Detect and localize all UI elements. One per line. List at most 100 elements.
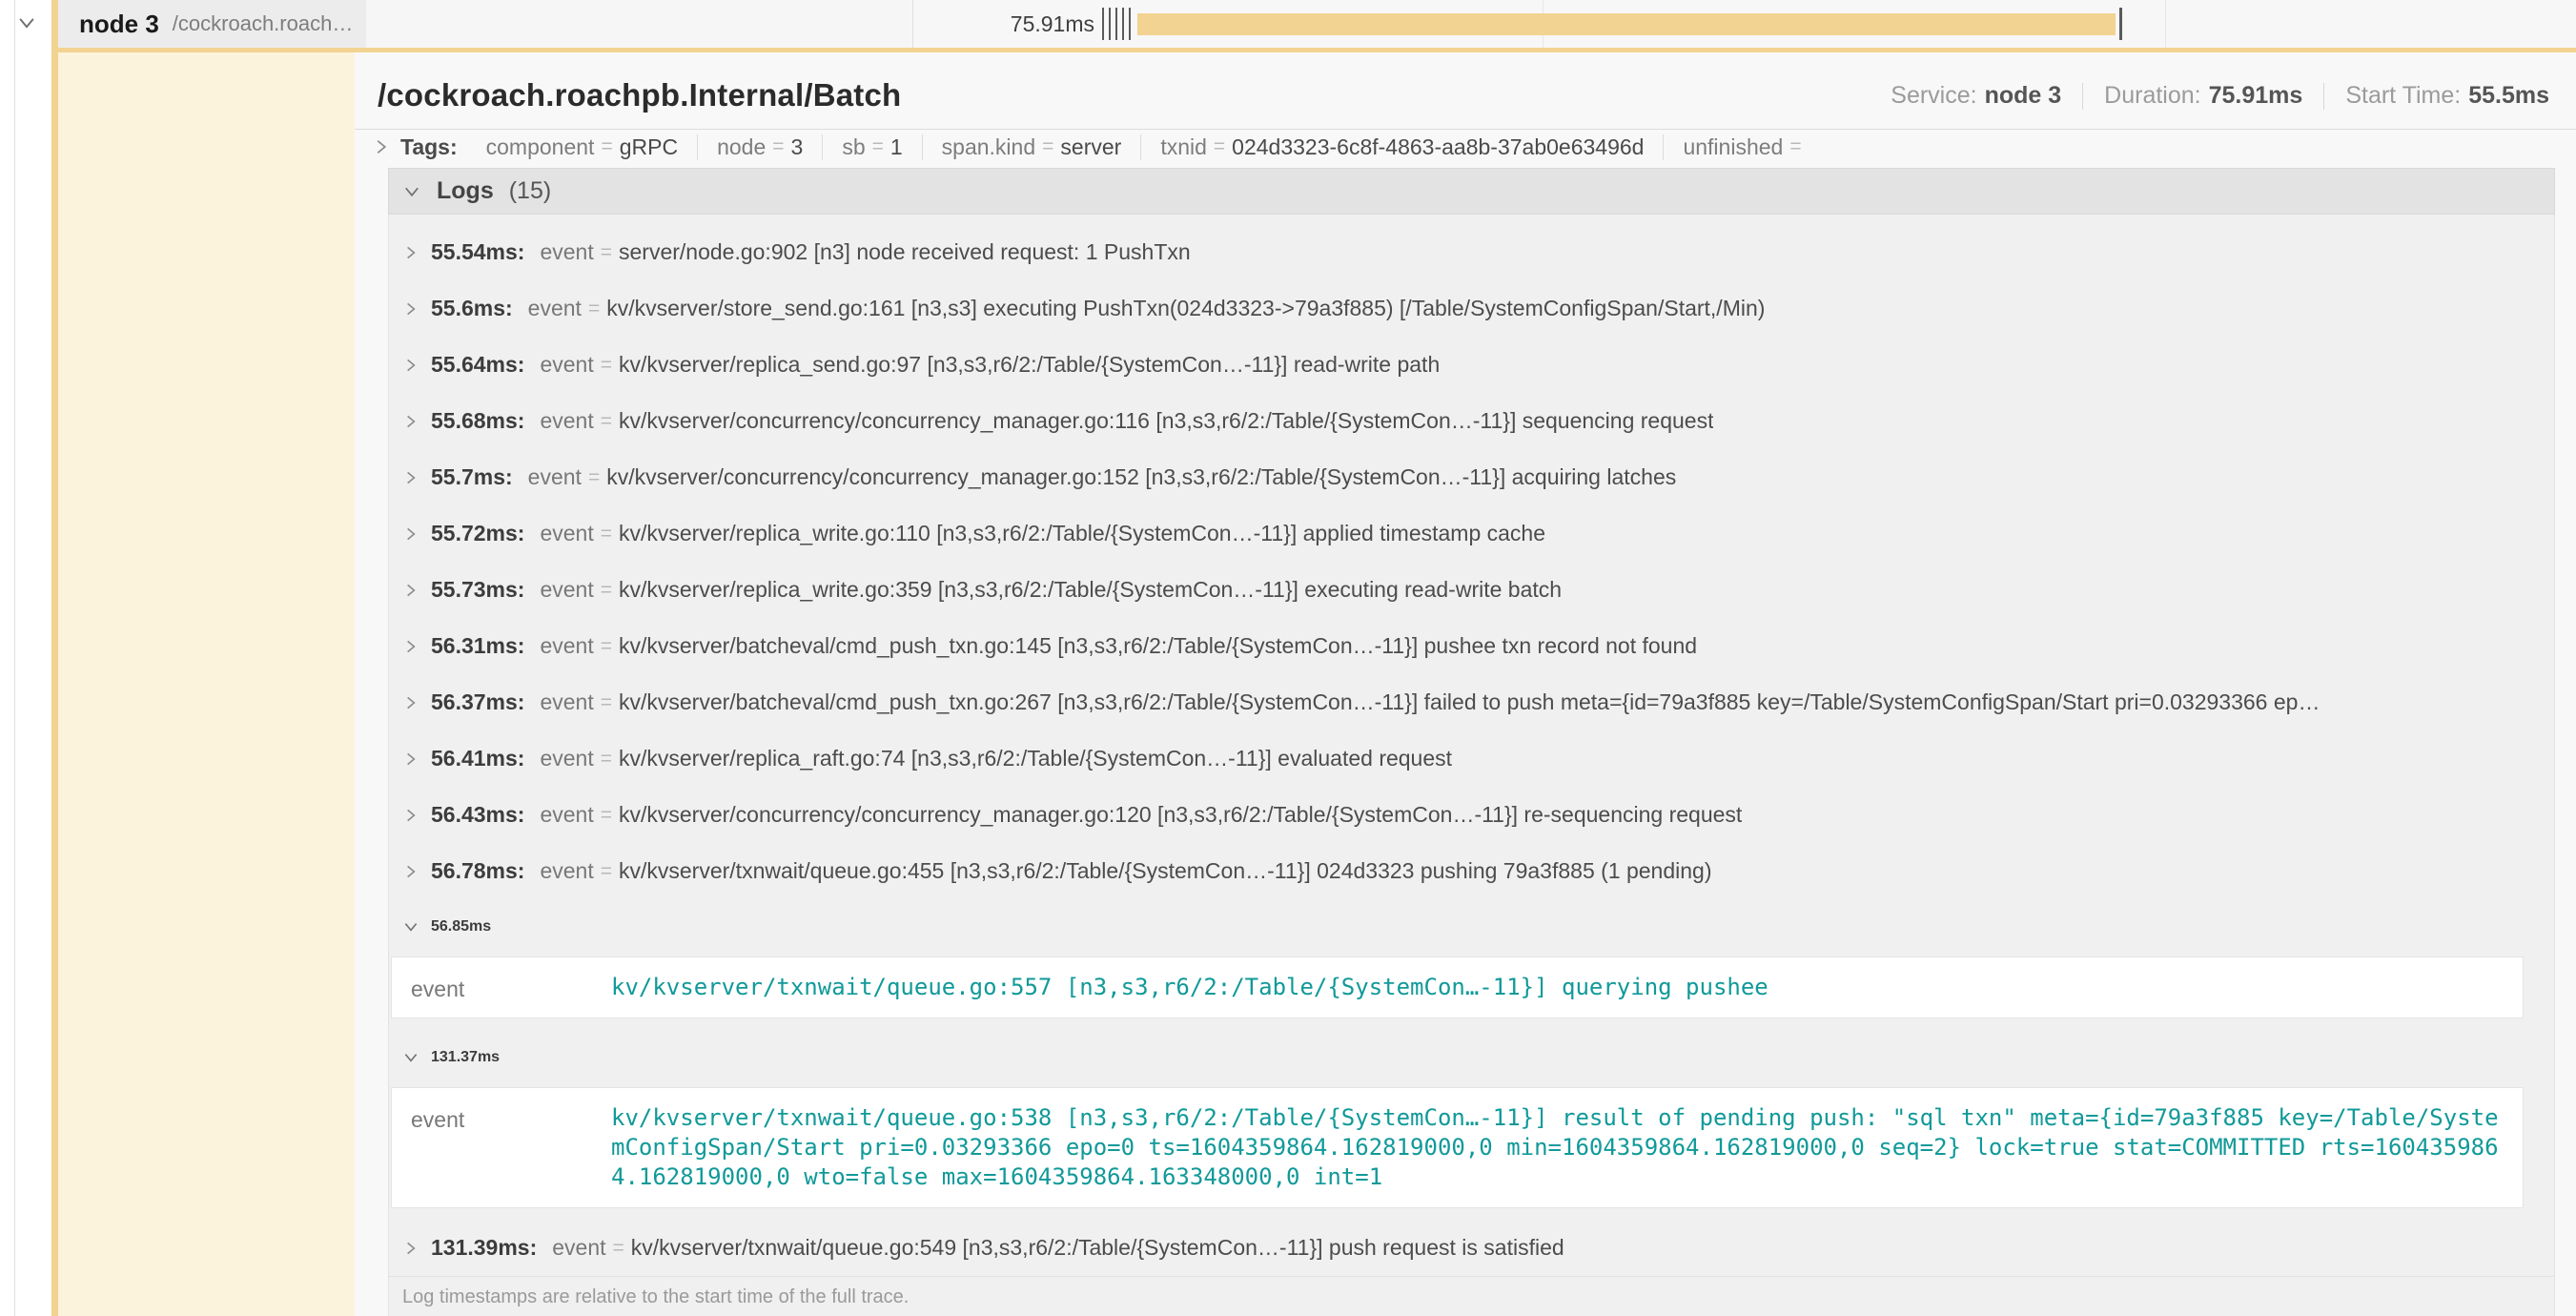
log-timestamp: 56.37ms: xyxy=(431,689,524,715)
chevron-right-icon xyxy=(402,469,419,486)
log-field-value: kv/kvserver/replica_raft.go:74 [n3,s3,r6… xyxy=(619,746,1452,771)
equals-sign: = xyxy=(601,748,612,771)
log-entry[interactable]: 55.64ms: event = kv/kvserver/replica_sen… xyxy=(389,337,2554,393)
span-overview: Service:node 3 Duration:75.91ms Start Ti… xyxy=(1891,82,2549,113)
log-field-key: event xyxy=(540,746,593,771)
log-entry[interactable]: 55.54ms: event = server/node.go:902 [n3]… xyxy=(389,224,2554,280)
log-field-value: server/node.go:902 [n3] node received re… xyxy=(619,239,1191,265)
log-entry[interactable]: 55.72ms: event = kv/kvserver/replica_wri… xyxy=(389,505,2554,562)
chevron-right-icon xyxy=(402,244,419,261)
span-duration-bar[interactable] xyxy=(1137,13,2116,35)
span-name-cell[interactable]: node 3 /cockroach.roach… xyxy=(51,0,366,48)
log-field-value: kv/kvserver/txnwait/queue.go:538 [n3,s3,… xyxy=(611,1103,2504,1192)
log-field-key: event xyxy=(411,1103,611,1192)
log-field-value: kv/kvserver/txnwait/queue.go:455 [n3,s3,… xyxy=(619,858,1712,884)
chevron-down-icon xyxy=(402,918,419,936)
span-duration-label: 75.91ms xyxy=(951,11,1094,37)
log-entry[interactable]: 56.31ms: event = kv/kvserver/batcheval/c… xyxy=(389,618,2554,674)
tag-value: 1 xyxy=(890,134,903,160)
equals-sign: = xyxy=(601,579,612,602)
overview-separator xyxy=(2082,83,2083,110)
span-timeline[interactable]: 75.91ms xyxy=(912,0,2576,48)
tag-value: 024d3323-6c8f-4863-aa8b-37ab0e63496d xyxy=(1232,134,1644,160)
span-row: node 3 /cockroach.roach… 75.91ms xyxy=(0,0,2576,48)
log-field-value: kv/kvserver/concurrency/concurrency_mana… xyxy=(619,408,1713,434)
chevron-right-icon xyxy=(402,751,419,768)
log-field-value: kv/kvserver/txnwait/queue.go:557 [n3,s3,… xyxy=(611,973,1768,1002)
log-entry-header[interactable]: 131.37ms xyxy=(389,1030,2554,1085)
log-field-value: kv/kvserver/batcheval/cmd_push_txn.go:14… xyxy=(619,633,1697,659)
collapse-span-chevron-down-icon[interactable] xyxy=(16,12,37,33)
log-entry[interactable]: 55.6ms: event = kv/kvserver/store_send.g… xyxy=(389,280,2554,337)
chevron-right-icon xyxy=(402,1240,419,1257)
equals-sign: = xyxy=(601,241,612,264)
tag-key: sb xyxy=(842,134,865,160)
equals-sign: = xyxy=(601,635,612,658)
service-label: Service: xyxy=(1891,82,1976,110)
detail-row-gutter xyxy=(0,48,51,1316)
operation-title: /cockroach.roachpb.Internal/Batch xyxy=(378,77,901,113)
log-entry[interactable]: 56.43ms: event = kv/kvserver/concurrency… xyxy=(389,787,2554,843)
tag-key: txnid xyxy=(1160,134,1207,160)
log-entry[interactable]: 55.7ms: event = kv/kvserver/concurrency/… xyxy=(389,449,2554,505)
log-entry-expanded: 131.37ms event kv/kvserver/txnwait/queue… xyxy=(389,1030,2554,1208)
log-entry[interactable]: 131.39ms: event = kv/kvserver/txnwait/qu… xyxy=(389,1220,2554,1276)
tag-item: node = 3 xyxy=(697,134,822,160)
log-field-key: event xyxy=(540,633,593,659)
tag-item: component=gRPC xyxy=(467,134,697,160)
log-timestamp: 55.6ms: xyxy=(431,296,513,321)
chevron-right-icon xyxy=(402,694,419,711)
tag-value: gRPC xyxy=(620,134,678,160)
log-field-value: kv/kvserver/store_send.go:161 [n3,s3] ex… xyxy=(606,296,1765,321)
log-field-value: kv/kvserver/replica_write.go:110 [n3,s3,… xyxy=(619,521,1545,546)
logs-list: 55.54ms: event = server/node.go:902 [n3]… xyxy=(388,215,2555,1277)
log-entry[interactable]: 56.41ms: event = kv/kvserver/replica_raf… xyxy=(389,730,2554,787)
tag-value: 3 xyxy=(791,134,804,160)
log-entry[interactable]: 55.68ms: event = kv/kvserver/concurrency… xyxy=(389,393,2554,449)
logs-count: (15) xyxy=(509,177,551,205)
log-marker-tick xyxy=(1122,8,1124,40)
span-name-column: node 3 /cockroach.roach… xyxy=(51,0,912,48)
log-entry[interactable]: 56.37ms: event = kv/kvserver/batcheval/c… xyxy=(389,674,2554,730)
log-timestamp: 56.85ms xyxy=(431,918,491,936)
log-timestamp: 55.68ms: xyxy=(431,408,524,434)
equals-sign: = xyxy=(601,523,612,545)
log-entry-header[interactable]: 56.85ms xyxy=(389,899,2554,955)
overview-separator xyxy=(2323,83,2324,110)
equals-sign: = xyxy=(601,354,612,377)
chevron-right-icon xyxy=(402,863,419,880)
log-timestamp: 56.41ms: xyxy=(431,746,524,771)
equals-sign: = xyxy=(1214,135,1225,158)
equals-sign: = xyxy=(1789,135,1801,158)
log-field-key: event xyxy=(552,1235,605,1261)
chevron-right-icon xyxy=(402,413,419,430)
span-detail-row: /cockroach.roachpb.Internal/Batch Servic… xyxy=(0,48,2576,1316)
span-detail-header: /cockroach.roachpb.Internal/Batch Servic… xyxy=(355,52,2576,130)
log-entry[interactable]: 56.78ms: event = kv/kvserver/txnwait/que… xyxy=(389,843,2554,899)
chevron-right-icon xyxy=(402,638,419,655)
tag-key: span.kind xyxy=(942,134,1035,160)
log-field-key: event xyxy=(411,973,611,1002)
logs-footnote: Log timestamps are relative to the start… xyxy=(388,1277,2555,1316)
log-field-key: event xyxy=(528,464,582,490)
log-entry-expanded: 56.85ms event kv/kvserver/txnwait/queue.… xyxy=(389,899,2554,1018)
tags-accordion[interactable]: Tags: component=gRPC node=3 sb=1 span.ki… xyxy=(355,130,2576,166)
logs-accordion-header[interactable]: Logs (15) xyxy=(388,168,2555,215)
tag-key: node xyxy=(717,134,766,160)
equals-sign: = xyxy=(601,860,612,883)
duration-label: Duration: xyxy=(2104,82,2200,110)
equals-sign: = xyxy=(872,135,884,158)
start-time-label: Start Time: xyxy=(2345,82,2461,110)
span-operation-name: /cockroach.roach… xyxy=(173,11,354,36)
log-entry[interactable]: 55.73ms: event = kv/kvserver/replica_wri… xyxy=(389,562,2554,618)
chevron-down-icon xyxy=(402,182,421,201)
log-timestamp: 56.31ms: xyxy=(431,633,524,659)
log-field-value: kv/kvserver/txnwait/queue.go:549 [n3,s3,… xyxy=(631,1235,1564,1261)
log-field-value: kv/kvserver/replica_write.go:359 [n3,s3,… xyxy=(619,577,1562,603)
chevron-right-icon xyxy=(402,525,419,543)
duration-value: 75.91ms xyxy=(2209,82,2303,110)
equals-sign: = xyxy=(772,135,784,158)
equals-sign: = xyxy=(588,298,600,320)
log-field-value: kv/kvserver/concurrency/concurrency_mana… xyxy=(606,464,1676,490)
chevron-right-icon xyxy=(402,582,419,599)
